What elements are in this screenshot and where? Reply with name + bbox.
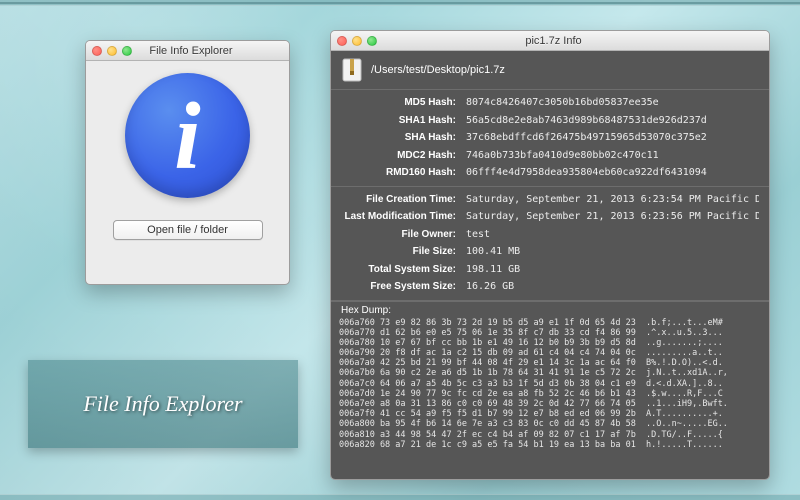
- meta-value: 16.26 GB: [466, 280, 759, 294]
- app-name-plate: File Info Explorer: [28, 360, 298, 448]
- decorative-frame-bottom: [0, 494, 800, 500]
- hash-label: MDC2 Hash:: [341, 149, 466, 163]
- hash-row: SHA Hash:37c68ebdffcd6f26475b49715965d53…: [331, 129, 769, 147]
- decorative-frame-top: [0, 0, 800, 6]
- meta-value: 198.11 GB: [466, 263, 759, 277]
- hash-label: SHA1 Hash:: [341, 114, 466, 128]
- hash-value: 746a0b733bfa0410d9e80bb02c470c11: [466, 149, 759, 163]
- hex-dump-content: 006a760 73 e9 82 86 3b 73 2d 19 b5 d5 a9…: [331, 318, 769, 456]
- archive-file-icon: [341, 57, 363, 83]
- hash-label: MD5 Hash:: [341, 96, 466, 110]
- meta-row: File Size:100.41 MB: [331, 243, 769, 261]
- hash-block: MD5 Hash:8074c8426407c3050b16bd05837ee35…: [331, 90, 769, 187]
- info-icon: i: [125, 73, 250, 198]
- meta-row: Last Modification Time:Saturday, Septemb…: [331, 208, 769, 226]
- meta-value: 100.41 MB: [466, 245, 759, 259]
- meta-row: Free System Size:16.26 GB: [331, 278, 769, 296]
- hash-label: RMD160 Hash:: [341, 166, 466, 180]
- meta-label: Last Modification Time:: [341, 210, 466, 224]
- meta-value: Saturday, September 21, 2013 6:23:54 PM …: [466, 193, 759, 207]
- meta-row: Total System Size:198.11 GB: [331, 261, 769, 279]
- hash-value: 8074c8426407c3050b16bd05837ee35e: [466, 96, 759, 110]
- info-titlebar[interactable]: pic1.7z Info: [331, 31, 769, 51]
- file-path: /Users/test/Desktop/pic1.7z: [371, 64, 505, 76]
- info-window-title: pic1.7z Info: [344, 35, 763, 47]
- meta-label: Total System Size:: [341, 263, 466, 277]
- hash-value: 37c68ebdffcd6f26475b49715965d53070c375e2: [466, 131, 759, 145]
- hex-dump-label: Hex Dump:: [331, 302, 769, 318]
- meta-block: File Creation Time:Saturday, September 2…: [331, 187, 769, 301]
- meta-row: File Owner:test: [331, 226, 769, 244]
- meta-label: File Creation Time:: [341, 193, 466, 207]
- meta-value: Saturday, September 21, 2013 6:23:56 PM …: [466, 210, 759, 224]
- app-name-plate-text: File Info Explorer: [83, 391, 242, 417]
- window-file-info: pic1.7z Info /Users/test/Desktop/pic1.7z…: [330, 30, 770, 480]
- window-file-info-explorer: File Info Explorer i Open file / folder: [85, 40, 290, 285]
- hash-row: MD5 Hash:8074c8426407c3050b16bd05837ee35…: [331, 94, 769, 112]
- hash-value: 06fff4e4d7958dea935804eb60ca922df6431094: [466, 166, 759, 180]
- hash-label: SHA Hash:: [341, 131, 466, 145]
- meta-row: File Creation Time:Saturday, September 2…: [331, 191, 769, 209]
- hash-row: MDC2 Hash:746a0b733bfa0410d9e80bb02c470c…: [331, 147, 769, 165]
- meta-label: File Size:: [341, 245, 466, 259]
- open-file-folder-button[interactable]: Open file / folder: [113, 220, 263, 240]
- hex-dump-section: Hex Dump: 006a760 73 e9 82 86 3b 73 2d 1…: [331, 301, 769, 456]
- hash-row: SHA1 Hash:56a5cd8e2e8ab7463d989b68487531…: [331, 112, 769, 130]
- explorer-titlebar[interactable]: File Info Explorer: [86, 41, 289, 61]
- meta-label: Free System Size:: [341, 280, 466, 294]
- meta-label: File Owner:: [341, 228, 466, 242]
- hash-value: 56a5cd8e2e8ab7463d989b68487531de926d237d: [466, 114, 759, 128]
- explorer-title: File Info Explorer: [99, 45, 283, 57]
- hash-row: RMD160 Hash:06fff4e4d7958dea935804eb60ca…: [331, 164, 769, 182]
- meta-value: test: [466, 228, 759, 242]
- file-path-row: /Users/test/Desktop/pic1.7z: [331, 51, 769, 90]
